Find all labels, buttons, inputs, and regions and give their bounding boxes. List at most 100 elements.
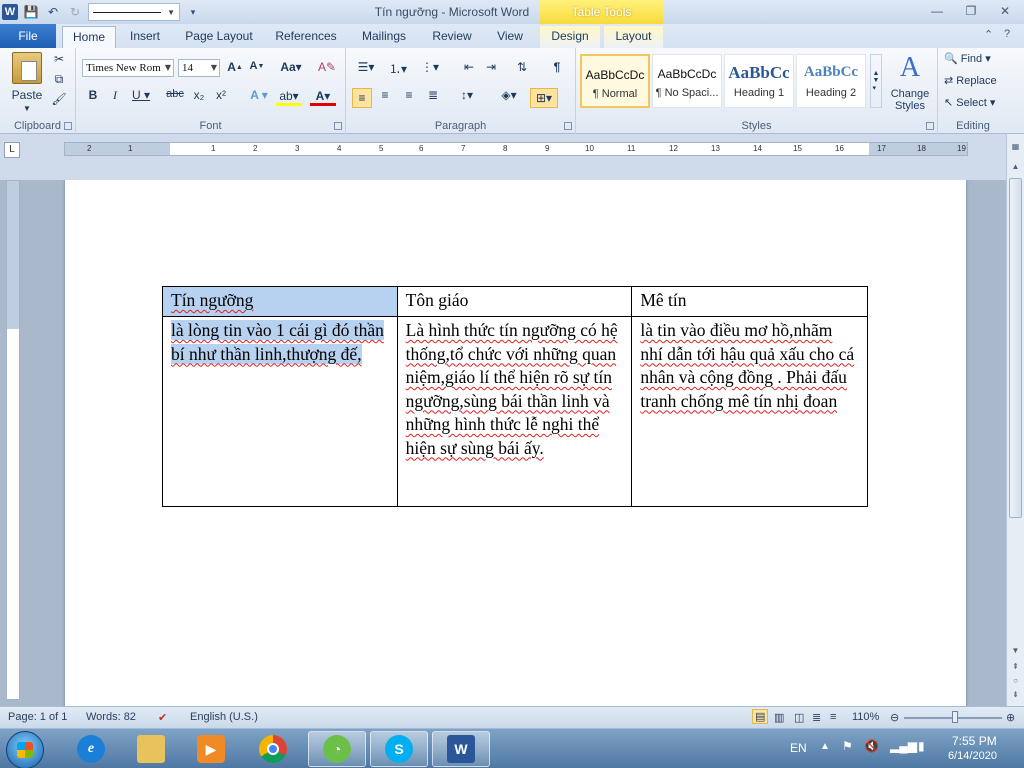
tab-file[interactable]: File	[0, 24, 56, 48]
paste-icon[interactable]	[12, 52, 42, 84]
taskbar-word[interactable]: W	[432, 731, 490, 767]
tab-page-layout[interactable]: Page Layout	[180, 26, 258, 48]
tab-view[interactable]: View	[490, 26, 530, 48]
browse-object-icon[interactable]: ○	[1009, 674, 1022, 688]
help-icon[interactable]: ?	[1004, 28, 1010, 40]
style-normal[interactable]: AaBbCcDc ¶ Normal	[580, 54, 650, 108]
font-color-icon[interactable]: A▾	[310, 88, 336, 106]
strikethrough-icon[interactable]: abc	[164, 88, 186, 100]
change-case-icon[interactable]: Aa▾	[278, 60, 304, 74]
customize-qat-icon[interactable]: ▾	[184, 3, 202, 21]
ruler-toggle-icon[interactable]: ▦	[1009, 140, 1022, 154]
font-size-select[interactable]: 14 ▼	[178, 59, 220, 77]
undo-icon[interactable]: ↶	[44, 3, 62, 21]
next-page-icon[interactable]: ⇟	[1009, 688, 1022, 702]
paste-options-chevron-icon[interactable]: ▼	[12, 104, 42, 113]
action-center-icon[interactable]: ⚑	[842, 739, 853, 753]
highlight-color-icon[interactable]: ab▾	[276, 88, 302, 106]
justify-icon[interactable]: ≣	[424, 88, 442, 102]
format-painter-icon[interactable]: 🖌	[50, 92, 68, 106]
tab-selector-icon[interactable]: L	[4, 142, 20, 158]
clipboard-launcher-icon[interactable]	[64, 122, 72, 130]
taskbar-app-green[interactable]: ◔	[308, 731, 366, 767]
taskbar-skype[interactable]: S	[370, 731, 428, 767]
font-launcher-icon[interactable]	[334, 122, 342, 130]
multilevel-list-icon[interactable]: ⋮▾	[418, 60, 442, 74]
tab-review[interactable]: Review	[426, 26, 478, 48]
draft-view-icon[interactable]: ≡	[830, 711, 836, 723]
language-indicator[interactable]: English (U.S.)	[190, 711, 258, 723]
align-right-icon[interactable]: ≡	[400, 88, 418, 102]
tab-mailings[interactable]: Mailings	[354, 26, 414, 48]
scroll-down-icon[interactable]: ▼	[1009, 644, 1022, 658]
bullets-icon[interactable]: ☰▾	[354, 60, 378, 74]
input-language[interactable]: EN	[790, 741, 807, 755]
horizontal-ruler[interactable]: 2 1 1 2 3 4 5 6 7 8 9 10 11 12 13 14 15 …	[64, 142, 968, 156]
bold-icon[interactable]: B	[84, 88, 102, 102]
full-screen-reading-view-icon[interactable]: ▥	[774, 711, 784, 724]
scroll-up-icon[interactable]: ▲	[1009, 160, 1022, 174]
paste-button[interactable]: Paste	[10, 88, 44, 102]
repeat-icon[interactable]: ↻	[66, 3, 84, 21]
power-icon[interactable]: ▮	[918, 739, 925, 753]
styles-more-icon[interactable]: ▲ ▼ ▾	[870, 54, 882, 108]
zoom-in-icon[interactable]: ⊕	[1006, 711, 1015, 724]
table-cell[interactable]: Là hình thức tín ngưỡng có hệ thống,tổ c…	[396, 316, 633, 507]
align-left-icon[interactable]: ≡	[352, 88, 372, 108]
zoom-slider-thumb[interactable]	[952, 711, 958, 723]
clear-formatting-icon[interactable]: A✎	[316, 60, 338, 74]
underline-icon[interactable]: U ▾	[128, 88, 154, 102]
numbering-icon[interactable]: ⒈▾	[386, 60, 410, 77]
style-no-spacing[interactable]: AaBbCcDc ¶ No Spaci...	[652, 54, 722, 108]
volume-muted-icon[interactable]: 🔇	[864, 739, 879, 753]
document-table[interactable]: Tín ngưỡng Tôn giáo Mê tín là lòng tin v…	[162, 286, 868, 507]
close-button[interactable]: ✕	[992, 3, 1018, 19]
find-button[interactable]: 🔍 Find ▾	[944, 52, 1006, 66]
style-heading-2[interactable]: AaBbCc Heading 2	[796, 54, 866, 108]
show-hidden-icons-icon[interactable]: ▲	[820, 741, 830, 752]
print-layout-view-icon[interactable]: ▤	[752, 709, 769, 724]
replace-button[interactable]: ⇄ Replace	[944, 74, 1006, 88]
table-cell[interactable]: Tín ngưỡng	[162, 286, 398, 317]
tab-insert[interactable]: Insert	[122, 26, 168, 48]
borders-icon[interactable]: ⊞▾	[530, 88, 558, 108]
zoom-out-icon[interactable]: ⊖	[890, 711, 899, 724]
paragraph-launcher-icon[interactable]	[564, 122, 572, 130]
minimize-button[interactable]: —	[924, 3, 950, 19]
align-center-icon[interactable]: ≡	[376, 88, 394, 102]
select-button[interactable]: ↖ Select ▾	[944, 96, 1006, 110]
font-family-select[interactable]: Times New Rom ▼	[82, 59, 174, 77]
styles-launcher-icon[interactable]	[926, 122, 934, 130]
web-layout-view-icon[interactable]: ◫	[794, 711, 804, 724]
tab-references[interactable]: References	[270, 26, 342, 48]
taskbar-chrome[interactable]	[244, 731, 302, 767]
change-styles-icon[interactable]: A	[888, 52, 932, 84]
restore-button[interactable]: ❐	[958, 3, 984, 19]
border-style-dropdown[interactable]: ▼	[88, 3, 180, 21]
start-button[interactable]	[6, 731, 44, 768]
taskbar-internet-explorer[interactable]: e	[62, 731, 120, 767]
document-area[interactable]: Tín ngưỡng Tôn giáo Mê tín là lòng tin v…	[24, 180, 1004, 706]
italic-icon[interactable]: I	[106, 88, 124, 103]
style-heading-1[interactable]: AaBbCc Heading 1	[724, 54, 794, 108]
superscript-icon[interactable]: x²	[212, 88, 230, 102]
line-spacing-icon[interactable]: ↕▾	[454, 88, 480, 102]
clock-time[interactable]: 7:55 PM	[952, 734, 997, 748]
cut-icon[interactable]: ✂	[50, 52, 68, 66]
copy-icon[interactable]: ⧉	[50, 72, 68, 87]
shrink-font-icon[interactable]: A ▼	[248, 60, 266, 72]
text-effects-icon[interactable]: A ▾	[246, 88, 272, 102]
zoom-level[interactable]: 110%	[852, 711, 879, 723]
grow-font-icon[interactable]: A ▲	[226, 60, 244, 74]
tab-design[interactable]: Design	[540, 26, 600, 48]
vertical-ruler[interactable]	[6, 180, 20, 700]
save-icon[interactable]: 💾	[22, 3, 40, 21]
table-cell[interactable]: Tôn giáo	[396, 286, 633, 317]
increase-indent-icon[interactable]: ⇥	[482, 60, 500, 74]
help-minimize-ribbon-icon[interactable]: ⌃	[984, 28, 993, 41]
tab-home[interactable]: Home	[62, 26, 116, 48]
tab-layout[interactable]: Layout	[604, 26, 663, 48]
scrollbar-thumb[interactable]	[1009, 178, 1022, 518]
taskbar-file-explorer[interactable]	[122, 731, 180, 767]
table-cell[interactable]: là lòng tin vào 1 cái gì đó thần bí như …	[162, 316, 398, 507]
